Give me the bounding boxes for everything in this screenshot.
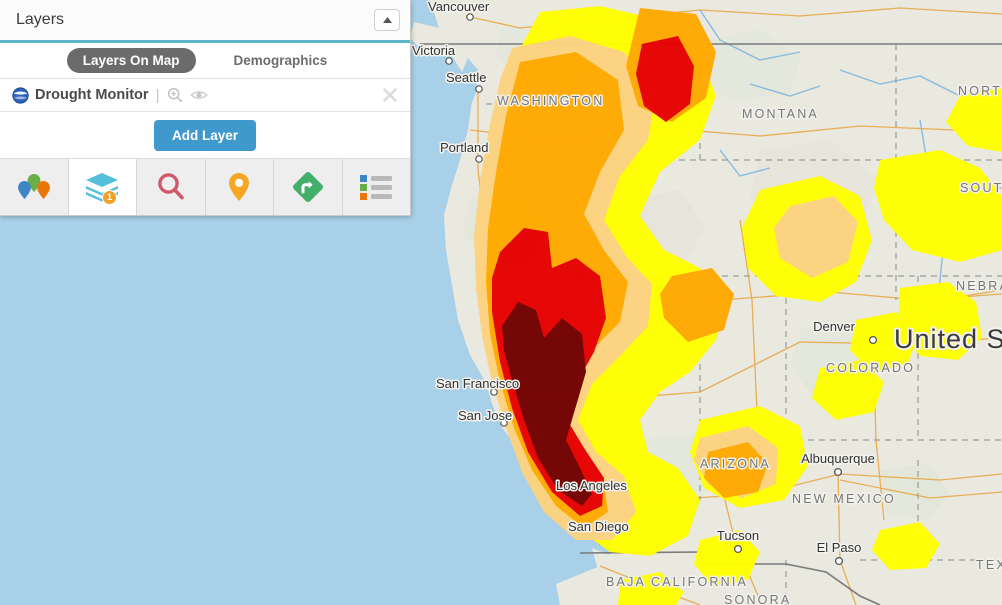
toolbar-item-places[interactable] xyxy=(205,159,274,215)
search-icon xyxy=(157,173,184,200)
page-title: Layers xyxy=(16,11,65,28)
panel-tabs: Layers On Map Demographics xyxy=(0,43,410,79)
toolbar-item-markers[interactable] xyxy=(0,159,69,215)
city-label: San Francisco xyxy=(436,376,519,391)
state-label: COLORADO xyxy=(826,361,915,375)
tab-layers-on-map[interactable]: Layers On Map xyxy=(66,48,196,73)
state-label: NEBRASKA xyxy=(956,279,1002,293)
state-label: MONTANA xyxy=(742,107,819,121)
toolbar-item-search[interactable] xyxy=(137,159,206,215)
directions-icon xyxy=(292,171,323,203)
close-icon[interactable] xyxy=(382,87,398,103)
toolbar-item-directions[interactable] xyxy=(274,159,343,215)
city-label: Portland xyxy=(440,140,488,155)
tab-label: Layers On Map xyxy=(82,53,180,68)
tab-demographics[interactable]: Demographics xyxy=(218,48,344,73)
state-label: SOUTH DAKOTA xyxy=(960,181,1002,195)
panel-header: Layers xyxy=(0,0,410,43)
map-city: Los Angeles xyxy=(555,477,629,495)
panel-toolbar: 1 xyxy=(0,158,410,215)
legend-list-icon xyxy=(360,175,393,200)
layers-panel: Layers Layers On Map Demographics Drough… xyxy=(0,0,411,216)
collapse-panel-button[interactable] xyxy=(374,9,400,31)
location-pin-icon xyxy=(229,173,250,201)
city-label: Victoria xyxy=(412,43,456,58)
state-label: NORTH DAKOTA xyxy=(958,84,1002,98)
state-label: SONORA xyxy=(724,593,791,605)
toolbar-item-legend[interactable] xyxy=(342,159,410,215)
layer-separator: | xyxy=(155,86,160,104)
state-label: WASHINGTON xyxy=(497,94,604,108)
layer-list-item[interactable]: Drought Monitor | xyxy=(0,79,410,112)
layers-count-badge: 1 xyxy=(102,190,117,205)
add-layer-row: Add Layer xyxy=(0,112,410,158)
map-city: San Diego xyxy=(567,518,631,536)
city-label: Seattle xyxy=(446,70,486,85)
state-label: ARIZONA xyxy=(700,457,771,471)
state-label: BAJA CALIFORNIA xyxy=(606,575,748,589)
tab-label: Demographics xyxy=(233,53,328,68)
state-label: NEW MEXICO xyxy=(792,492,896,506)
city-label: San Jose xyxy=(458,408,512,423)
layer-name: Drought Monitor xyxy=(35,87,149,103)
city-label: Vancouver xyxy=(428,0,490,14)
city-label: Albuquerque xyxy=(801,451,875,466)
state-label: TEXAS xyxy=(976,558,1002,572)
map-pins-icon xyxy=(17,174,50,199)
eye-icon[interactable] xyxy=(190,86,209,104)
country-label: United States xyxy=(894,324,1002,354)
chevron-up-icon xyxy=(382,17,392,23)
city-label: Tucson xyxy=(717,528,759,543)
city-label: El Paso xyxy=(817,540,862,555)
toolbar-item-layers[interactable]: 1 xyxy=(68,159,137,215)
application-window: Vancouver Victoria Seattle Portland San … xyxy=(0,0,1002,605)
city-label: San Diego xyxy=(568,519,629,534)
globe-icon xyxy=(12,86,29,104)
zoom-to-layer-icon[interactable] xyxy=(166,86,184,104)
city-label: Denver xyxy=(813,319,856,334)
city-label: Los Angeles xyxy=(556,478,627,493)
add-layer-button[interactable]: Add Layer xyxy=(153,119,257,151)
